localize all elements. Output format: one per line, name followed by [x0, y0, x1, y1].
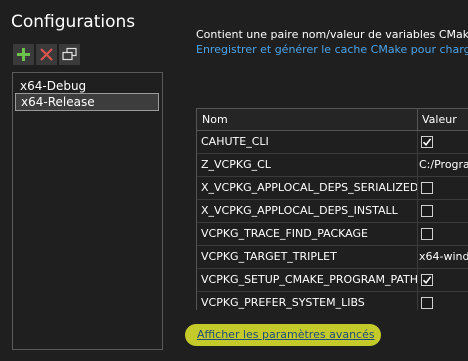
show-advanced-settings-label: Afficher les paramètres avancés: [197, 328, 375, 341]
table-row[interactable]: VCPKG_PREFER_SYSTEM_LIBS: [197, 292, 468, 310]
plus-icon: [17, 48, 30, 61]
value-checkbox[interactable]: [421, 205, 433, 217]
copy-icon: [62, 47, 77, 61]
duplicate-configuration-button[interactable]: [59, 44, 80, 65]
row-divider: [417, 131, 418, 154]
row-value[interactable]: C:/Progra: [419, 158, 468, 171]
table-row[interactable]: VCPKG_SETUP_CMAKE_PROGRAM_PATH: [197, 269, 468, 292]
row-divider: [417, 269, 418, 292]
table-row[interactable]: X_VCPKG_APPLOCAL_DEPS_INSTALL: [197, 200, 468, 223]
checkmark-icon: [422, 138, 432, 147]
row-name: VCPKG_SETUP_CMAKE_PROGRAM_PATH: [201, 273, 419, 286]
row-divider: [417, 177, 418, 200]
row-name: VCPKG_TRACE_FIND_PACKAGE: [201, 227, 368, 240]
value-checkbox[interactable]: [421, 228, 433, 240]
delete-configuration-button[interactable]: [36, 44, 57, 65]
save-generate-cache-link[interactable]: Enregistrer et générer le cache CMake po…: [196, 43, 468, 56]
table-row[interactable]: VCPKG_TRACE_FIND_PACKAGE: [197, 223, 468, 246]
column-header-value[interactable]: Valeur: [422, 113, 457, 126]
row-name: X_VCPKG_APPLOCAL_DEPS_SERIALIZED: [201, 181, 419, 194]
add-configuration-button[interactable]: [13, 44, 34, 65]
row-divider: [417, 246, 418, 269]
description-text: Contient une paire nom/valeur de variabl…: [196, 28, 468, 41]
value-checkbox[interactable]: [421, 274, 433, 286]
row-value[interactable]: x64-windo: [419, 250, 468, 263]
value-checkbox[interactable]: [421, 297, 433, 309]
column-header-name[interactable]: Nom: [202, 113, 228, 126]
row-name: Z_VCPKG_CL: [201, 158, 271, 171]
table-row[interactable]: X_VCPKG_APPLOCAL_DEPS_SERIALIZED: [197, 177, 468, 200]
table-row[interactable]: CAHUTE_CLI: [197, 131, 468, 154]
value-checkbox[interactable]: [421, 182, 433, 194]
column-divider[interactable]: [417, 109, 418, 131]
cmake-variables-grid: Nom Valeur CAHUTE_CLI Z_VCPKG_CL C:/Prog…: [196, 108, 468, 310]
row-name: VCPKG_PREFER_SYSTEM_LIBS: [201, 296, 365, 309]
row-name: X_VCPKG_APPLOCAL_DEPS_INSTALL: [201, 204, 398, 217]
configuration-item-x64-release[interactable]: x64-Release: [15, 93, 159, 111]
value-checkbox[interactable]: [421, 136, 433, 148]
show-advanced-settings-button[interactable]: Afficher les paramètres avancés: [185, 324, 381, 346]
row-name: VCPKG_TARGET_TRIPLET: [201, 250, 337, 263]
row-divider: [417, 154, 418, 177]
checkmark-icon: [422, 276, 432, 285]
row-divider: [417, 292, 418, 310]
table-row[interactable]: Z_VCPKG_CL C:/Progra: [197, 154, 468, 177]
row-divider: [417, 200, 418, 223]
configurations-title: Configurations: [11, 12, 136, 32]
table-row[interactable]: VCPKG_TARGET_TRIPLET x64-windo: [197, 246, 468, 269]
grid-header: Nom Valeur: [197, 109, 468, 131]
configurations-list: x64-Debug x64-Release: [12, 72, 163, 350]
close-icon: [40, 48, 53, 61]
row-divider: [417, 223, 418, 246]
row-name: CAHUTE_CLI: [201, 135, 269, 148]
